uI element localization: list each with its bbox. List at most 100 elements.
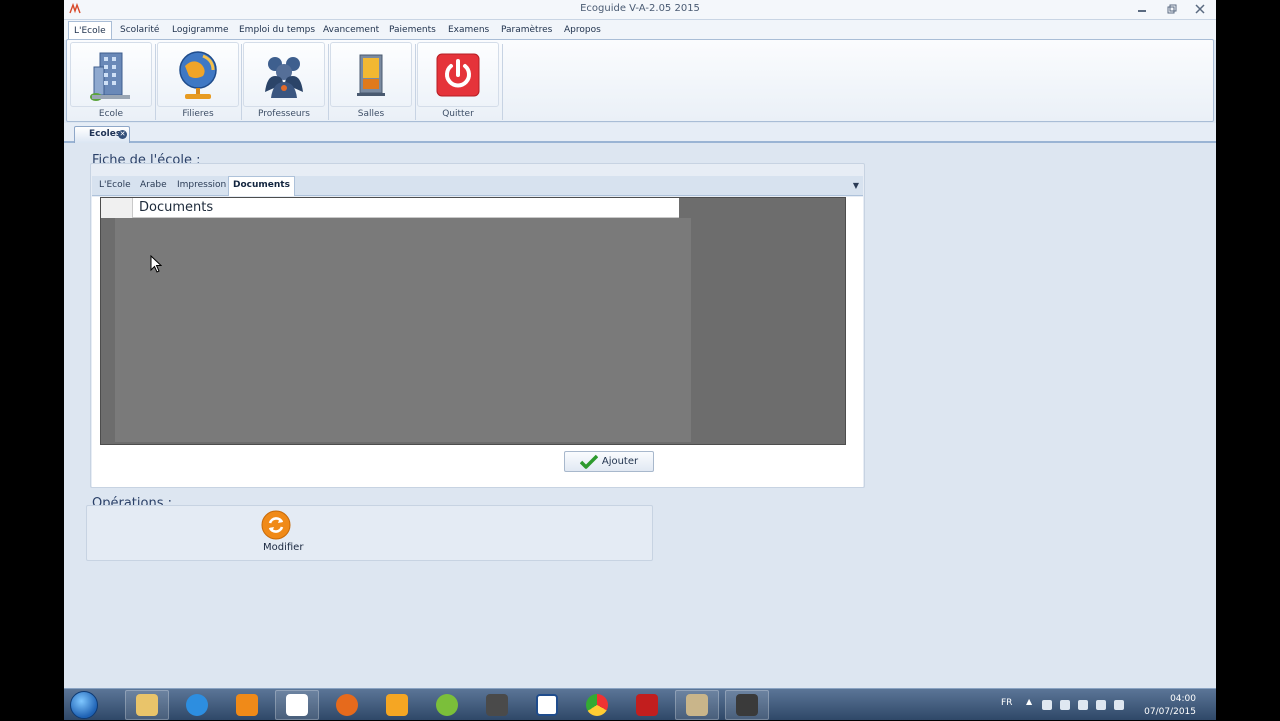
language-indicator[interactable]: FR — [1001, 698, 1012, 708]
ribbon-label-salles: Salles — [357, 109, 385, 119]
taskbar-media[interactable] — [225, 690, 269, 720]
door-icon — [357, 54, 385, 96]
tab-impression[interactable]: Impression — [177, 180, 226, 190]
mouse-cursor-icon — [150, 255, 162, 273]
ribbon-separator — [155, 44, 156, 120]
tab-lecole[interactable]: L'Ecole — [99, 180, 131, 190]
menu-tab-parametres[interactable]: Paramètres — [496, 21, 557, 40]
clock-date[interactable]: 07/07/2015 — [1144, 707, 1196, 717]
app-window: Ecoguide V-A-2.05 2015 L'Ecole Scolarité… — [64, 0, 1216, 688]
battery-icon[interactable] — [1078, 700, 1088, 710]
menu-tab-examens[interactable]: Examens — [443, 21, 494, 40]
sublime-icon — [486, 694, 508, 716]
flag-icon[interactable] — [1042, 700, 1052, 710]
bluetooth-icon[interactable] — [1096, 700, 1106, 710]
document-tab-ecoles[interactable]: Ecoles ✕ — [74, 126, 130, 143]
chrome-icon — [586, 694, 608, 716]
pdf-icon — [636, 694, 658, 716]
ribbon-separator — [241, 44, 242, 120]
document-tab-label: Ecoles — [89, 129, 122, 139]
taskbar-explorer[interactable] — [125, 690, 169, 720]
system-tray: FR ▲ 04:00 07/07/2015 — [986, 689, 1216, 721]
taskbar-acrobat[interactable] — [625, 690, 669, 720]
ribbon-button-filieres[interactable] — [157, 42, 239, 107]
ribbon-separator — [328, 44, 329, 120]
app-logo-icon — [286, 694, 308, 716]
ribbon-separator — [415, 44, 416, 120]
document-tab-strip: Ecoles ✕ — [64, 123, 1216, 143]
folder-icon — [136, 694, 158, 716]
tab-close-icon[interactable]: ✕ — [118, 130, 127, 139]
ie-icon — [186, 694, 208, 716]
ribbon-separator — [502, 44, 503, 120]
volume-icon[interactable] — [1060, 700, 1070, 710]
ribbon: Ecole Filieres Professeurs Salles Quitte… — [66, 39, 1214, 122]
ribbon-button-ecole[interactable] — [70, 42, 152, 107]
grid-column-documents[interactable]: Documents — [139, 200, 213, 215]
window-title: Ecoguide V-A-2.05 2015 — [580, 3, 700, 14]
menu-tab-apropos[interactable]: Apropos — [559, 21, 606, 40]
taskbar-sublime[interactable] — [475, 690, 519, 720]
taskbar-ecoguide[interactable] — [275, 690, 319, 720]
checkmark-icon — [579, 454, 598, 469]
network-signal-icon[interactable] — [1114, 700, 1124, 710]
operations-group: Modifier — [86, 505, 653, 561]
check-circle-icon — [436, 694, 458, 716]
ribbon-label-professeurs: Professeurs — [258, 109, 310, 119]
minimize-icon — [1138, 10, 1146, 12]
menu-tab-scolarite[interactable]: Scolarité — [115, 21, 164, 40]
documents-grid[interactable]: Documents — [100, 197, 846, 445]
power-icon — [436, 53, 480, 96]
close-button[interactable] — [1186, 0, 1214, 18]
window-icon — [536, 694, 558, 716]
menu-tab-paiements[interactable]: Paiements — [384, 21, 441, 40]
globe-icon — [179, 50, 217, 99]
restore-icon — [1167, 4, 1177, 14]
taskbar-window[interactable] — [525, 690, 569, 720]
grid-header: Documents — [101, 198, 679, 218]
fiche-group: L'Ecole Arabe Impression Documents ▼ Doc… — [90, 163, 865, 488]
modem-icon — [386, 694, 408, 716]
grid-body — [115, 218, 691, 442]
media-player-icon — [236, 694, 258, 716]
close-icon — [1195, 4, 1205, 14]
fiche-tab-bar: L'Ecole Arabe Impression Documents ▼ — [92, 176, 863, 196]
modifier-button-label[interactable]: Modifier — [263, 542, 303, 553]
restore-button[interactable] — [1158, 0, 1186, 18]
menu-tab-lecole[interactable]: L'Ecole — [68, 21, 112, 40]
tab-arabe[interactable]: Arabe — [140, 180, 167, 190]
taskbar-camera[interactable] — [725, 690, 769, 720]
menu-bar: L'Ecole Scolarité Logigramme Emploi du t… — [64, 20, 1216, 40]
grid-row-header-cell[interactable] — [101, 198, 133, 218]
ajouter-label: Ajouter — [601, 456, 639, 467]
firefox-icon — [336, 694, 358, 716]
ajouter-button[interactable]: Ajouter — [564, 451, 654, 472]
taskbar-chrome[interactable] — [575, 690, 619, 720]
windows-taskbar: FR ▲ 04:00 07/07/2015 — [64, 688, 1216, 720]
tray-expand-icon[interactable]: ▲ — [1026, 697, 1032, 707]
menu-tab-emploi-du-temps[interactable]: Emploi du temps — [234, 21, 320, 40]
camera-icon — [736, 694, 758, 716]
taskbar-ie[interactable] — [175, 690, 219, 720]
building-icon — [90, 52, 130, 101]
ribbon-button-salles[interactable] — [330, 42, 412, 107]
taskbar-firefox[interactable] — [325, 690, 369, 720]
refresh-icon[interactable] — [261, 510, 291, 540]
minimize-button[interactable] — [1128, 0, 1156, 18]
chevron-down-icon[interactable]: ▼ — [853, 181, 859, 190]
ribbon-button-professeurs[interactable] — [243, 42, 325, 107]
ribbon-label-quitter: Quitter — [442, 109, 474, 119]
taskbar-3g[interactable] — [375, 690, 419, 720]
ribbon-button-quitter[interactable] — [417, 42, 499, 107]
tab-documents[interactable]: Documents — [228, 176, 295, 196]
taskbar-app-green[interactable] — [425, 690, 469, 720]
title-bar: Ecoguide V-A-2.05 2015 — [64, 0, 1216, 20]
taskbar-tools[interactable] — [675, 690, 719, 720]
clock-time[interactable]: 04:00 — [1170, 694, 1196, 704]
documents-tab-panel: Documents Ajouter — [92, 197, 863, 487]
tools-icon — [686, 694, 708, 716]
menu-tab-logigramme[interactable]: Logigramme — [167, 21, 234, 40]
menu-tab-avancement[interactable]: Avancement — [318, 21, 384, 40]
ribbon-label-ecole: Ecole — [98, 109, 124, 119]
start-button[interactable] — [70, 691, 98, 719]
